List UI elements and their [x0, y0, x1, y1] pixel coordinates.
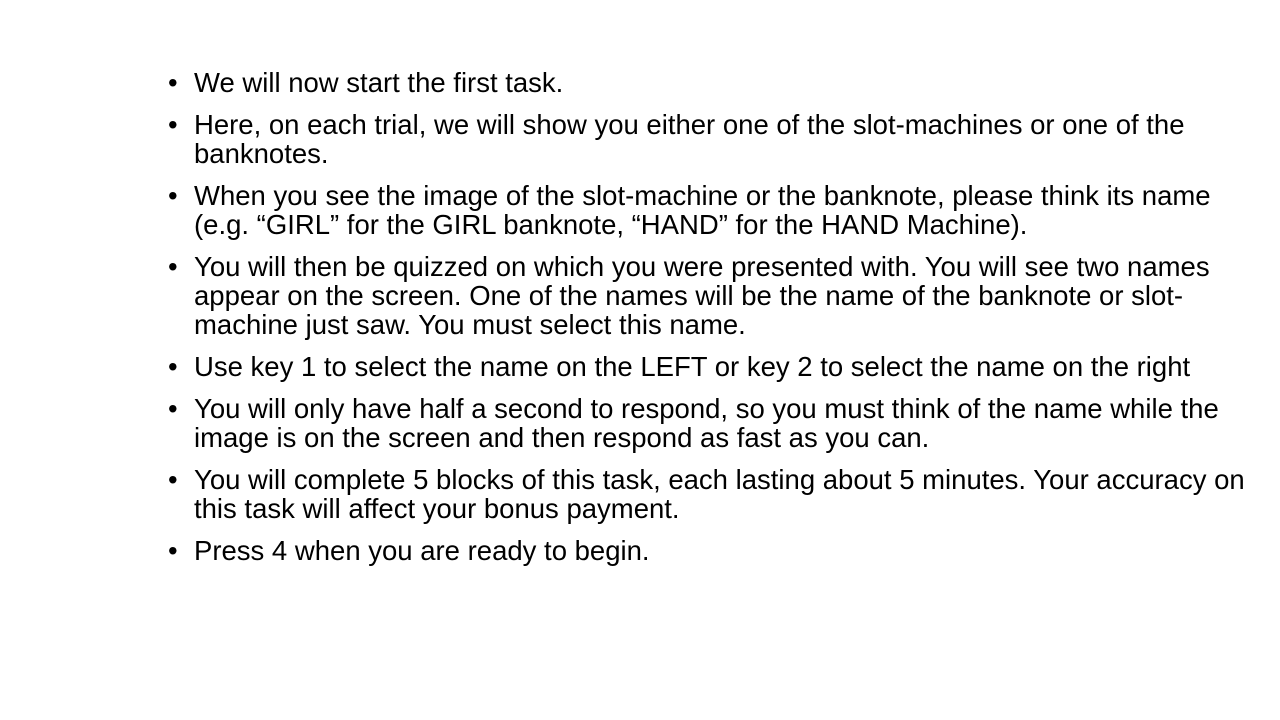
instruction-text: You will complete 5 blocks of this task,… [194, 464, 1245, 524]
instruction-text: You will then be quizzed on which you we… [194, 251, 1210, 340]
list-item: • You will complete 5 blocks of this tas… [168, 465, 1258, 523]
bullet-icon: • [168, 535, 178, 566]
bullet-icon: • [168, 109, 178, 140]
bullet-icon: • [168, 180, 178, 211]
bullet-icon: • [168, 351, 178, 382]
list-item: • Use key 1 to select the name on the LE… [168, 352, 1258, 381]
bullet-icon: • [168, 67, 178, 98]
list-item: • We will now start the first task. [168, 68, 1258, 97]
list-item: • You will only have half a second to re… [168, 394, 1258, 452]
list-item: • You will then be quizzed on which you … [168, 252, 1258, 339]
bullet-icon: • [168, 393, 178, 424]
list-item: • When you see the image of the slot-mac… [168, 181, 1258, 239]
instruction-text: Use key 1 to select the name on the LEFT… [194, 351, 1191, 382]
instruction-list: • We will now start the first task. • He… [168, 68, 1258, 578]
instruction-text: Here, on each trial, we will show you ei… [194, 109, 1185, 169]
instruction-slide: • We will now start the first task. • He… [0, 0, 1280, 720]
list-item: • Here, on each trial, we will show you … [168, 110, 1258, 168]
instruction-text: When you see the image of the slot-machi… [194, 180, 1211, 240]
bullet-icon: • [168, 251, 178, 282]
instruction-text: We will now start the first task. [194, 67, 564, 98]
list-item: • Press 4 when you are ready to begin. [168, 536, 1258, 565]
instruction-text: Press 4 when you are ready to begin. [194, 535, 650, 566]
bullet-icon: • [168, 464, 178, 495]
instruction-text: You will only have half a second to resp… [194, 393, 1219, 453]
